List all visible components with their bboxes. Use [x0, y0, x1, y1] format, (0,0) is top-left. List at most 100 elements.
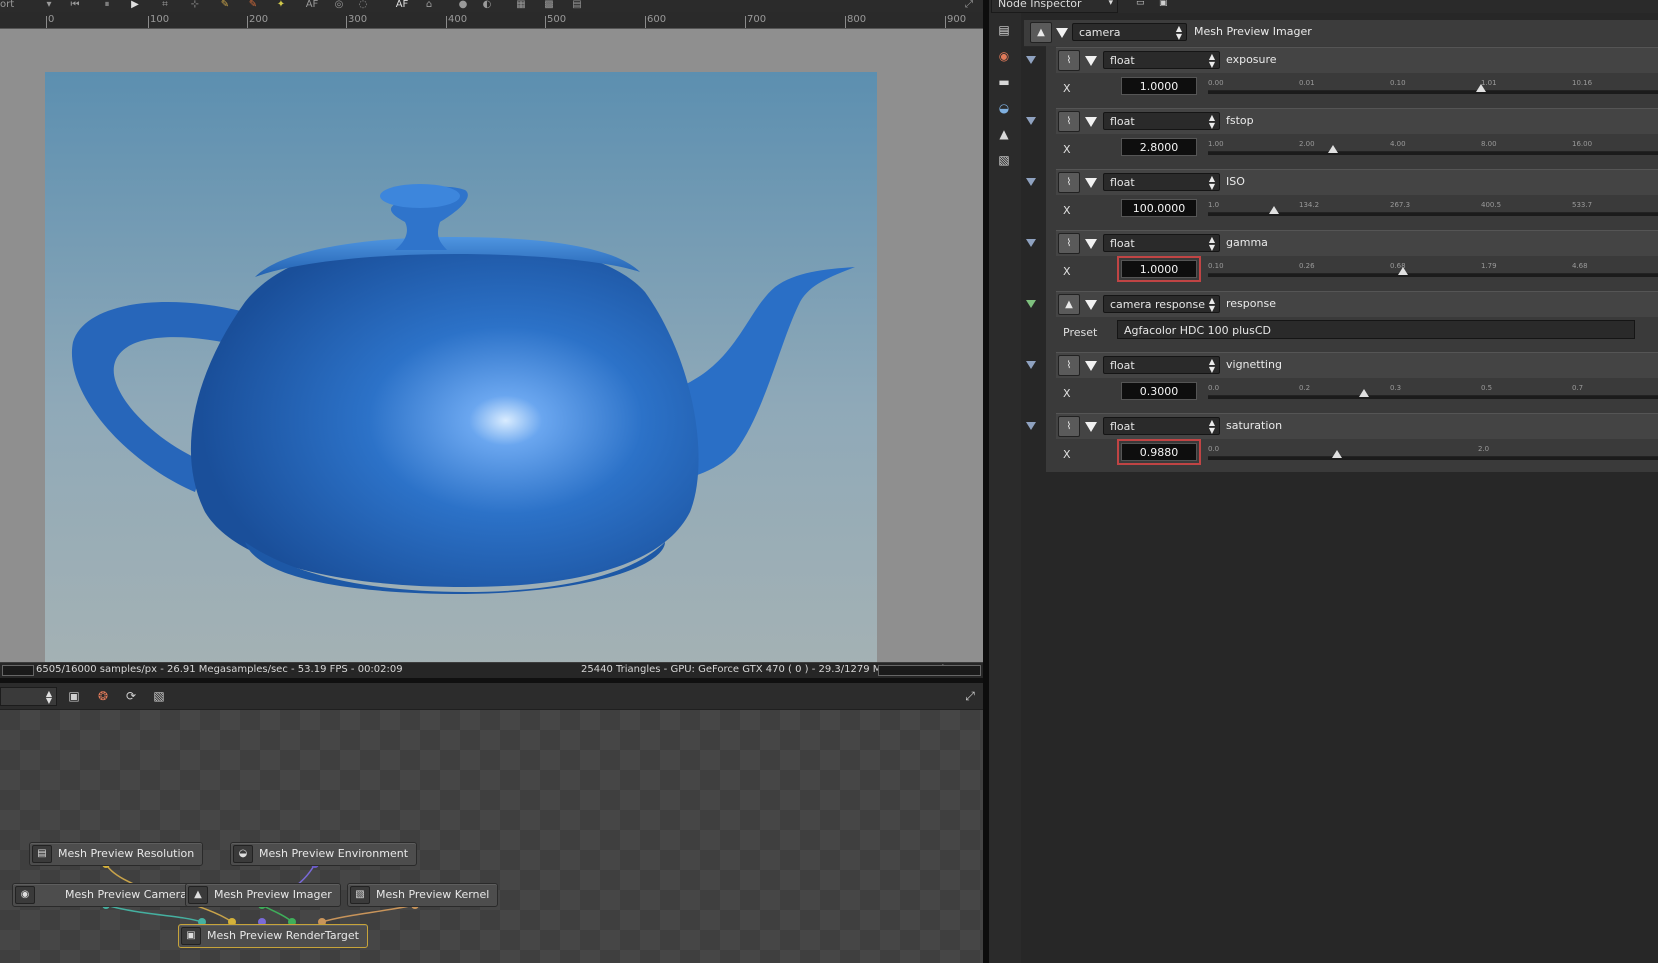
param-type-dropdown[interactable]: float ▲ ▼ — [1103, 51, 1220, 69]
graph-icon[interactable]: ⌇ — [1058, 172, 1080, 193]
expand-triangle-icon[interactable] — [1026, 56, 1036, 64]
expand-triangle-icon[interactable] — [1026, 361, 1036, 369]
value-input[interactable]: 2.8000 — [1121, 138, 1197, 156]
pause-icon[interactable]: ⏸ — [100, 0, 114, 10]
resolution-icon[interactable]: ▤ — [995, 22, 1013, 38]
graph-icon[interactable]: ⌇ — [1058, 50, 1080, 71]
expand-triangle-icon[interactable] — [1026, 239, 1036, 247]
light-pick-icon[interactable]: ✦ — [274, 0, 288, 10]
environment-icon[interactable]: ◒ — [995, 100, 1013, 116]
inspector-select[interactable]: Node Inspector ▾ — [991, 0, 1118, 13]
collapse-triangle-icon[interactable] — [1085, 422, 1097, 432]
collapse-triangle-icon[interactable] — [1085, 117, 1097, 127]
value-input[interactable]: 1.0000 — [1117, 256, 1201, 282]
render-area[interactable] — [0, 29, 983, 680]
value-text: 1.0000 — [1139, 263, 1179, 276]
af-disabled-button[interactable]: AF — [302, 0, 322, 10]
collapse-triangle-icon[interactable] — [1056, 28, 1068, 38]
checker-icon[interactable]: ▦ — [514, 0, 528, 10]
graph-icon[interactable]: ⌇ — [1058, 233, 1080, 254]
window-icon[interactable]: ▭ — [1136, 0, 1145, 8]
node-type-dropdown[interactable]: camera ▲ ▼ — [1072, 23, 1187, 41]
viewport-panel: ort ▾ ⏮ ⏸ ▶ ⌗ ⊹ ✎ ✎ ✦ AF ◎ ◌ AF ⌂ ● ◐ ▦ … — [0, 0, 983, 680]
value-slider[interactable]: 1.0 134.2 267.3 400.5 533.7 — [1208, 201, 1658, 217]
node-mesh-preview-imager[interactable]: ▲ Mesh Preview Imager — [185, 883, 341, 907]
graph-icon[interactable]: ⌇ — [1058, 416, 1080, 437]
skip-back-icon[interactable]: ⏮ — [68, 0, 82, 10]
node-inspector-panel: Node Inspector ▾ ▭ ▣ ▤ ◉ ▬ ◒ ▲ ▧ ▲ camer… — [989, 0, 1658, 963]
color-pick-icon[interactable]: ✎ — [218, 0, 232, 10]
value-slider[interactable]: 1.00 2.00 4.00 8.00 16.00 — [1208, 140, 1658, 156]
collapse-triangle-icon[interactable] — [1085, 239, 1097, 249]
collapse-triangle-icon[interactable] — [1085, 361, 1097, 371]
slider-thumb[interactable] — [1332, 450, 1342, 458]
render-preview-image[interactable] — [45, 72, 877, 680]
graph-icon[interactable]: ⌇ — [1058, 355, 1080, 376]
grid-icon[interactable]: ▩ — [542, 0, 556, 10]
node-mesh-preview-camera[interactable]: ◉ Mesh Preview Camera — [12, 883, 194, 907]
value-slider[interactable]: 0.0 0.2 0.3 0.5 0.7 — [1208, 384, 1658, 400]
camera-icon[interactable]: ◎ — [332, 0, 346, 10]
lens-icon[interactable]: ◌ — [356, 0, 370, 10]
render-icon[interactable]: ● — [456, 0, 470, 10]
expand-triangle-icon[interactable] — [1026, 178, 1036, 186]
expand-icon[interactable]: ⤢ — [962, 0, 976, 10]
node-mesh-preview-resolution[interactable]: ▤ Mesh Preview Resolution — [29, 842, 204, 866]
region-icon[interactable]: ◐ — [480, 0, 494, 10]
param-type-dropdown[interactable]: float ▲ ▼ — [1103, 356, 1220, 374]
expand-triangle-icon[interactable] — [1026, 117, 1036, 125]
response-curve-icon[interactable]: ▲ — [1058, 294, 1080, 315]
focus-icon[interactable]: ⌂ — [422, 0, 436, 10]
layout-icon[interactable]: ▧ — [151, 688, 167, 704]
expand-triangle-icon[interactable] — [1026, 300, 1036, 308]
param-type-dropdown[interactable]: float ▲ ▼ — [1103, 173, 1220, 191]
refresh-icon[interactable]: ⟳ — [123, 688, 139, 704]
imager-icon[interactable]: ▲ — [1030, 22, 1052, 43]
value-slider[interactable]: 0.10 0.26 0.68 1.79 4.68 — [1208, 262, 1658, 278]
value-text: 100.0000 — [1132, 202, 1186, 215]
window-icon[interactable]: ▣ — [1159, 0, 1168, 8]
graph-select[interactable]: ▲ ▼ — [0, 687, 57, 706]
value-input[interactable]: 0.3000 — [1121, 382, 1197, 400]
view-mode-select[interactable]: ort — [0, 0, 40, 10]
kernel-icon[interactable]: ▧ — [995, 152, 1013, 168]
expand-triangle-icon[interactable] — [1026, 422, 1036, 430]
layers-icon[interactable]: ▤ — [570, 0, 584, 10]
slider-thumb[interactable] — [1398, 267, 1408, 275]
slider-thumb[interactable] — [1328, 145, 1338, 153]
param-block: ▲ camera response ▲ ▼ response Preset Agfacolo… — [1056, 291, 1658, 351]
graph-canvas[interactable]: ▤ Mesh Preview Resolution ◒ Mesh Preview… — [0, 710, 983, 963]
pick-icon[interactable]: ⊹ — [188, 0, 202, 10]
material-pick-icon[interactable]: ✎ — [246, 0, 260, 10]
param-type-dropdown[interactable]: float ▲ ▼ — [1103, 112, 1220, 130]
slider-thumb[interactable] — [1359, 389, 1369, 397]
param-type-dropdown[interactable]: float ▲ ▼ — [1103, 234, 1220, 252]
value-input[interactable]: 100.0000 — [1121, 199, 1197, 217]
node-mesh-preview-rendertarget[interactable]: ▣ Mesh Preview RenderTarget — [178, 924, 368, 948]
af-button[interactable]: AF — [392, 0, 412, 10]
slider-thumb[interactable] — [1269, 206, 1279, 214]
value-slider[interactable]: 0.0 2.0 — [1208, 445, 1658, 461]
node-mesh-preview-environment[interactable]: ◒ Mesh Preview Environment — [230, 842, 418, 866]
play-icon[interactable]: ▶ — [128, 0, 142, 10]
value-input[interactable]: 0.9880 — [1117, 439, 1201, 465]
folder-icon[interactable]: ▣ — [66, 688, 82, 704]
param-type-dropdown[interactable]: camera response ▲ ▼ — [1103, 295, 1220, 313]
camera-icon[interactable]: ◉ — [995, 48, 1013, 64]
value-slider[interactable]: 0.00 0.01 0.10 1.01 10.16 — [1208, 79, 1658, 95]
collapse-triangle-icon[interactable] — [1085, 178, 1097, 188]
graph-icon[interactable]: ⌇ — [1058, 111, 1080, 132]
collapse-triangle-icon[interactable] — [1085, 56, 1097, 66]
preset-dropdown[interactable]: Agfacolor HDC 100 plusCD — [1117, 320, 1635, 339]
crop-icon[interactable]: ⌗ — [158, 0, 172, 10]
slider-thumb[interactable] — [1476, 84, 1486, 92]
collapse-triangle-icon[interactable] — [1085, 300, 1097, 310]
film-icon[interactable]: ▬ — [995, 74, 1013, 90]
expand-icon[interactable]: ⤢ — [962, 688, 978, 704]
chevron-down-icon[interactable]: ▾ — [42, 0, 56, 10]
param-type-dropdown[interactable]: float ▲ ▼ — [1103, 417, 1220, 435]
node-mesh-preview-kernel[interactable]: ▧ Mesh Preview Kernel — [347, 883, 499, 907]
imager-icon[interactable]: ▲ — [995, 126, 1013, 142]
value-input[interactable]: 1.0000 — [1121, 77, 1197, 95]
material-icon[interactable]: ❂ — [95, 688, 111, 704]
